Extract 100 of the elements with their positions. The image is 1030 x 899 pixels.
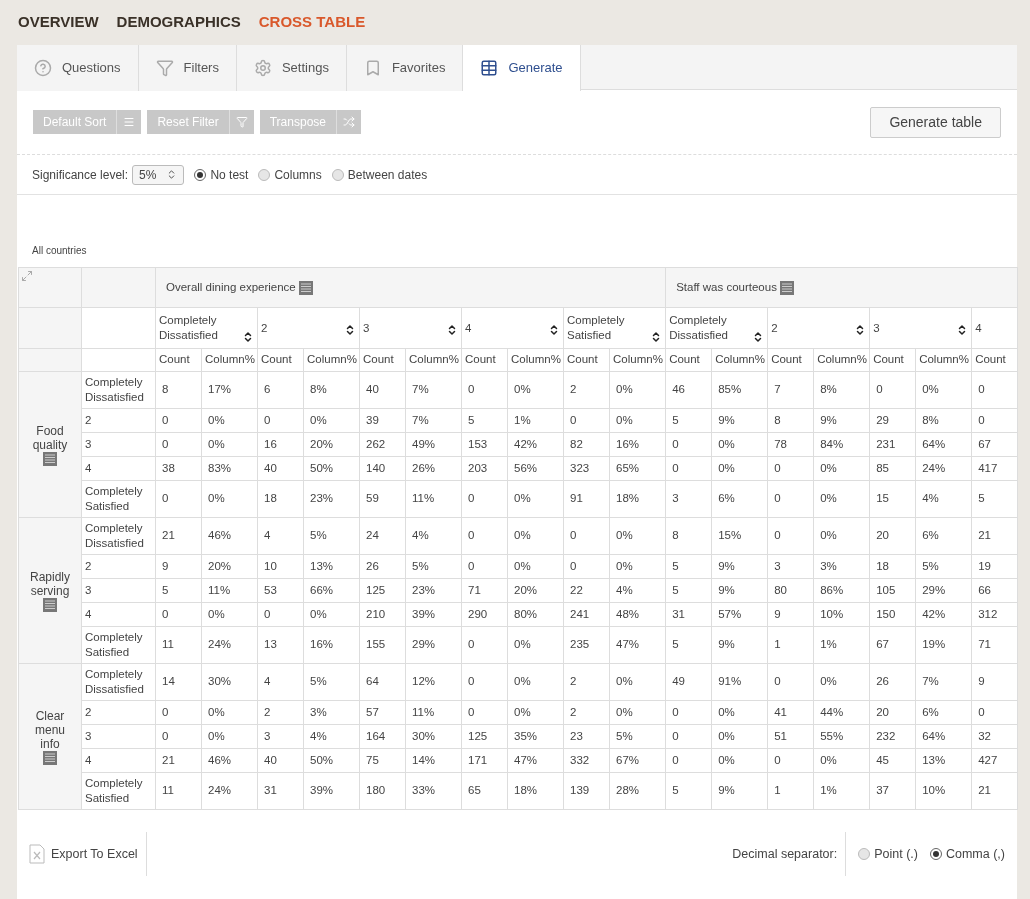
table-cell: 66	[971, 578, 1018, 603]
table-cell: 0	[461, 480, 508, 518]
test-radio[interactable]	[258, 168, 271, 181]
table-cell: 7%	[405, 371, 462, 409]
radio-label[interactable]: Between dates	[347, 165, 428, 184]
table-cell: 153	[461, 432, 508, 457]
measure-header: Count	[971, 348, 1018, 372]
test-radio[interactable]	[194, 168, 207, 181]
table-cell: 6	[257, 371, 304, 409]
table-cell: 10%	[915, 772, 972, 810]
list-icon[interactable]	[43, 451, 57, 466]
table-cell: 323	[563, 456, 610, 481]
radio-label[interactable]: Point (.)	[874, 844, 918, 864]
table-cell: 417	[971, 456, 1018, 481]
table-cell: 20%	[507, 578, 564, 603]
list-icon[interactable]	[298, 280, 313, 295]
table-cell: 0	[971, 408, 1018, 433]
table-cell: 5	[665, 772, 712, 810]
sort-icon[interactable]	[344, 323, 356, 336]
table-cell: 85%	[711, 371, 768, 409]
table-cell: 262	[359, 432, 406, 457]
table-cell: 33%	[405, 772, 462, 810]
nav-link[interactable]: DEMOGRAPHICS	[116, 11, 241, 45]
table-cell: 5%	[303, 663, 360, 701]
table-cell: 0	[461, 554, 508, 579]
sort-icon[interactable]	[242, 331, 254, 343]
tab[interactable]: Favorites	[346, 45, 464, 91]
table-cell: 80	[767, 578, 814, 603]
table-cell: 22	[563, 578, 610, 603]
table-cell: 86%	[813, 578, 870, 603]
row-header: Completely Satisfied	[81, 772, 156, 810]
table-cell: 0	[971, 371, 1018, 409]
tab[interactable]: Generate	[463, 45, 581, 91]
table-cell: 5	[665, 554, 712, 579]
table-cell: 46%	[201, 517, 258, 555]
table-cell: 56%	[507, 456, 564, 481]
table-cell: 203	[461, 456, 508, 481]
table-cell: 2	[563, 700, 610, 725]
tab[interactable]: Filters	[138, 45, 237, 91]
radio-label[interactable]: Columns	[274, 165, 322, 184]
tab[interactable]: Settings	[236, 45, 347, 91]
table-cell: 4%	[303, 724, 360, 749]
table-cell: 0	[155, 700, 202, 725]
table-cell: 21	[971, 772, 1018, 810]
table-cell: 232	[869, 724, 916, 749]
table-cell: 5	[665, 578, 712, 603]
table-cell: 19%	[915, 626, 972, 664]
table-cell: 49	[665, 663, 712, 701]
table-cell: 1%	[813, 626, 870, 664]
table-cell: 0%	[201, 700, 258, 725]
radio-label[interactable]: No test	[210, 165, 249, 184]
sort-icon[interactable]	[446, 323, 458, 336]
list-icon[interactable]	[43, 597, 57, 612]
decimal-label: Decimal separator:	[732, 832, 847, 876]
test-radio[interactable]	[331, 168, 344, 181]
list-icon	[123, 116, 136, 128]
decimal-radio[interactable]	[929, 848, 942, 860]
table-cell: 46%	[201, 748, 258, 773]
sort-icon[interactable]	[548, 323, 560, 336]
table-cell: 9%	[711, 554, 768, 579]
nav-link[interactable]: OVERVIEW	[18, 11, 99, 45]
table-cell: 8%	[303, 371, 360, 409]
table-cell: 0%	[201, 724, 258, 749]
table-cell: 0	[563, 517, 610, 555]
generate-button[interactable]: Generate table	[870, 106, 1001, 138]
row-header: 2	[81, 700, 156, 725]
table-cell: 6%	[915, 700, 972, 725]
table-cell: 0%	[303, 408, 360, 433]
shuffle-icon	[343, 116, 355, 128]
decimal-radio[interactable]	[858, 848, 871, 860]
table-cell: 4	[257, 517, 304, 555]
table-cell: 12%	[405, 663, 462, 701]
table-cell: 26	[869, 663, 916, 701]
table-cell: 39%	[405, 602, 462, 627]
table-cell: 55%	[813, 724, 870, 749]
table-cell: 91	[563, 480, 610, 518]
table-cell: 0%	[711, 700, 768, 725]
table-cell: 47%	[609, 626, 666, 664]
table-cell: 0%	[609, 371, 666, 409]
table-cell: 0%	[507, 554, 564, 579]
tab[interactable]: Questions	[17, 45, 139, 91]
table-cell: 3%	[303, 700, 360, 725]
measure-header: Column%	[303, 348, 360, 372]
table-cell: 125	[461, 724, 508, 749]
list-icon[interactable]	[43, 750, 57, 765]
table-cell: 0%	[201, 432, 258, 457]
table-cell: 0	[257, 602, 304, 627]
table-cell: 3	[665, 480, 712, 518]
table-cell: 66%	[303, 578, 360, 603]
export-button[interactable]: Export To Excel	[29, 844, 138, 864]
row-header: 3	[81, 724, 156, 749]
table-cell: 0	[665, 432, 712, 457]
table-cell: 0%	[507, 480, 564, 518]
list-icon[interactable]	[779, 280, 794, 295]
table-cell: 15	[869, 480, 916, 518]
significance-select[interactable]: 5%	[132, 164, 185, 185]
group-title: Overall dining experience	[166, 279, 296, 295]
radio-label[interactable]: Comma (,)	[945, 844, 1005, 864]
table-cell: 44%	[813, 700, 870, 725]
table-cell: 20	[869, 517, 916, 555]
